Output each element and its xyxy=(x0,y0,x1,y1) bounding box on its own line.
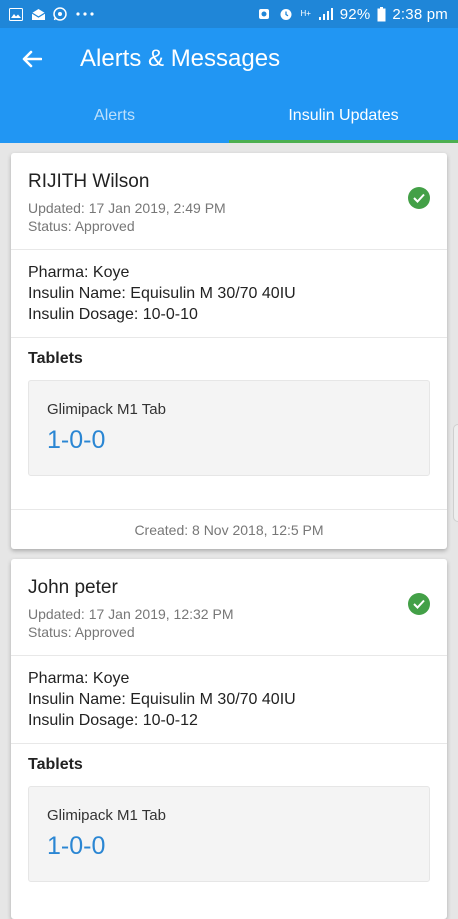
page-title: Alerts & Messages xyxy=(80,44,281,72)
updated-date: Updated: 17 Jan 2019, 2:49 PM xyxy=(28,200,226,216)
insulin-update-card[interactable]: RIJITH Wilson Updated: 17 Jan 2019, 2:49… xyxy=(11,153,447,549)
insulin-name-text: Insulin Name: Equisulin M 30/70 40IU xyxy=(28,691,296,708)
network-hplus-icon: H+ xyxy=(300,9,311,18)
tablet-name: Glimipack M1 Tab xyxy=(47,807,166,824)
back-button[interactable] xyxy=(0,28,64,89)
tablets-section: Tablets Glimipack M1 Tab 1-0-0 xyxy=(11,744,447,882)
alarm-icon xyxy=(256,7,272,21)
tab-bar: Alerts Insulin Updates xyxy=(0,89,458,143)
more-icon xyxy=(74,7,96,21)
tablet-item: Glimipack M1 Tab 1-0-0 xyxy=(28,380,430,476)
created-date: Created: 8 Nov 2018, 12:5 PM xyxy=(11,509,447,549)
arrow-back-icon xyxy=(22,50,42,67)
pharma-text: Pharma: Koye xyxy=(28,264,130,281)
patient-name: RIJITH Wilson xyxy=(28,171,150,192)
card-header: RIJITH Wilson Updated: 17 Jan 2019, 2:49… xyxy=(11,153,447,250)
status-text: Status: Approved xyxy=(28,218,135,234)
tablet-name: Glimipack M1 Tab xyxy=(47,401,166,418)
app-bar: Alerts & Messages xyxy=(0,28,458,89)
status-bar: H+ 92% 2:38 pm xyxy=(0,0,458,28)
gallery-icon xyxy=(8,7,24,21)
approved-check-icon xyxy=(408,593,430,615)
whatsapp-icon xyxy=(52,7,68,21)
clock-time: 2:38 pm xyxy=(392,5,448,23)
insulin-info: Pharma: Koye Insulin Name: Equisulin M 3… xyxy=(11,250,447,338)
battery-percent: 92% xyxy=(339,5,371,23)
signal-icon xyxy=(318,7,334,21)
patient-name: John peter xyxy=(28,577,118,598)
tab-alerts[interactable]: Alerts xyxy=(0,89,229,143)
insulin-dosage-text: Insulin Dosage: 10-0-10 xyxy=(28,306,198,323)
scrollbar-handle[interactable] xyxy=(453,424,458,522)
tablet-dose: 1-0-0 xyxy=(47,832,106,860)
card-header: John peter Updated: 17 Jan 2019, 12:32 P… xyxy=(11,559,447,656)
tablets-title: Tablets xyxy=(28,350,83,367)
updated-date: Updated: 17 Jan 2019, 12:32 PM xyxy=(28,606,234,622)
inbox-icon xyxy=(30,7,46,21)
tablets-section: Tablets Glimipack M1 Tab 1-0-0 xyxy=(11,338,447,476)
insulin-update-card[interactable]: John peter Updated: 17 Jan 2019, 12:32 P… xyxy=(11,559,447,919)
insulin-name-text: Insulin Name: Equisulin M 30/70 40IU xyxy=(28,285,296,302)
clock-icon xyxy=(278,7,294,21)
insulin-dosage-text: Insulin Dosage: 10-0-12 xyxy=(28,712,198,729)
tablet-dose: 1-0-0 xyxy=(47,426,106,454)
insulin-info: Pharma: Koye Insulin Name: Equisulin M 3… xyxy=(11,656,447,744)
battery-icon xyxy=(376,6,386,21)
approved-check-icon xyxy=(408,187,430,209)
tab-insulin-updates[interactable]: Insulin Updates xyxy=(229,89,458,143)
status-text: Status: Approved xyxy=(28,624,135,640)
tablets-title: Tablets xyxy=(28,756,83,773)
pharma-text: Pharma: Koye xyxy=(28,670,130,687)
tablet-item: Glimipack M1 Tab 1-0-0 xyxy=(28,786,430,882)
